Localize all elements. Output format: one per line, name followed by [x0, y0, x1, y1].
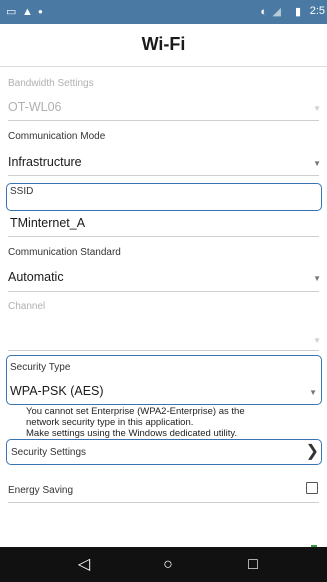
communication-mode-label: Communication Mode: [8, 131, 106, 142]
dropdown-arrow-icon: ▼: [313, 104, 321, 113]
back-button-icon[interactable]: ◁: [72, 555, 96, 575]
security-settings-label: Security Settings: [11, 447, 87, 458]
data-transfer-icon: ◐: [260, 6, 267, 18]
divider: [8, 291, 319, 292]
wifi-signal-icon: ◢: [272, 6, 281, 18]
communication-standard-select[interactable]: Automatic: [8, 270, 319, 284]
dropdown-arrow-icon: ▼: [313, 159, 321, 168]
navigation-bar: ◁ ○ □: [0, 547, 327, 582]
dropdown-arrow-icon: ▼: [309, 388, 317, 397]
energy-saving-label: Energy Saving: [8, 485, 74, 496]
divider: [8, 502, 319, 503]
security-type-value: WPA-PSK (AES): [10, 384, 104, 398]
dropdown-arrow-icon: ▼: [313, 336, 321, 345]
image-icon: ▭: [6, 6, 17, 18]
ssid-label: SSID: [10, 186, 34, 197]
divider: [8, 236, 319, 237]
page-title: Wi-Fi: [141, 34, 186, 54]
security-note: You cannot set Enterprise (WPA2-Enterpri…: [26, 406, 287, 439]
divider: [8, 175, 319, 176]
home-button-icon[interactable]: ○: [156, 555, 180, 575]
dropdown-arrow-icon: ▼: [313, 274, 321, 283]
communication-standard-label: Communication Standard: [8, 247, 121, 258]
cloud-upload-icon: ▲: [22, 6, 33, 18]
communication-mode-value: Infrastructure: [8, 155, 82, 169]
energy-saving-checkbox[interactable]: [306, 482, 318, 494]
status-time: 2:5: [309, 5, 325, 17]
divider: [8, 350, 319, 351]
security-note-line: Make settings using the Windows dedicate…: [26, 428, 238, 439]
communication-mode-select[interactable]: Infrastructure: [8, 155, 319, 169]
notification-icon: ●: [38, 7, 43, 16]
bandwidth-settings-value: OT-WL06: [8, 100, 62, 114]
battery-icon: ▮: [294, 6, 301, 18]
security-type-label: Security Type: [10, 362, 71, 373]
security-note-line: You cannot set Enterprise (WPA2-Enterpri…: [26, 406, 245, 417]
security-type-select[interactable]: WPA-PSK (AES): [10, 384, 319, 398]
recents-button-icon[interactable]: □: [241, 555, 265, 575]
bandwidth-settings-label: Bandwidth Settings: [8, 78, 94, 89]
chevron-right-icon: ❯: [305, 443, 319, 460]
ssid-input[interactable]: TMinternet_A: [10, 216, 319, 230]
app-bar: Wi-Fi: [0, 24, 327, 67]
communication-standard-value: Automatic: [8, 270, 64, 284]
security-note-line: network security type in this applicatio…: [26, 417, 194, 428]
bandwidth-settings-select: OT-WL06: [8, 100, 319, 114]
status-bar: ▭ ▲ ● ◐ ◢ ▮ 2:5: [0, 0, 327, 24]
divider: [8, 120, 319, 121]
channel-label: Channel: [8, 301, 46, 312]
